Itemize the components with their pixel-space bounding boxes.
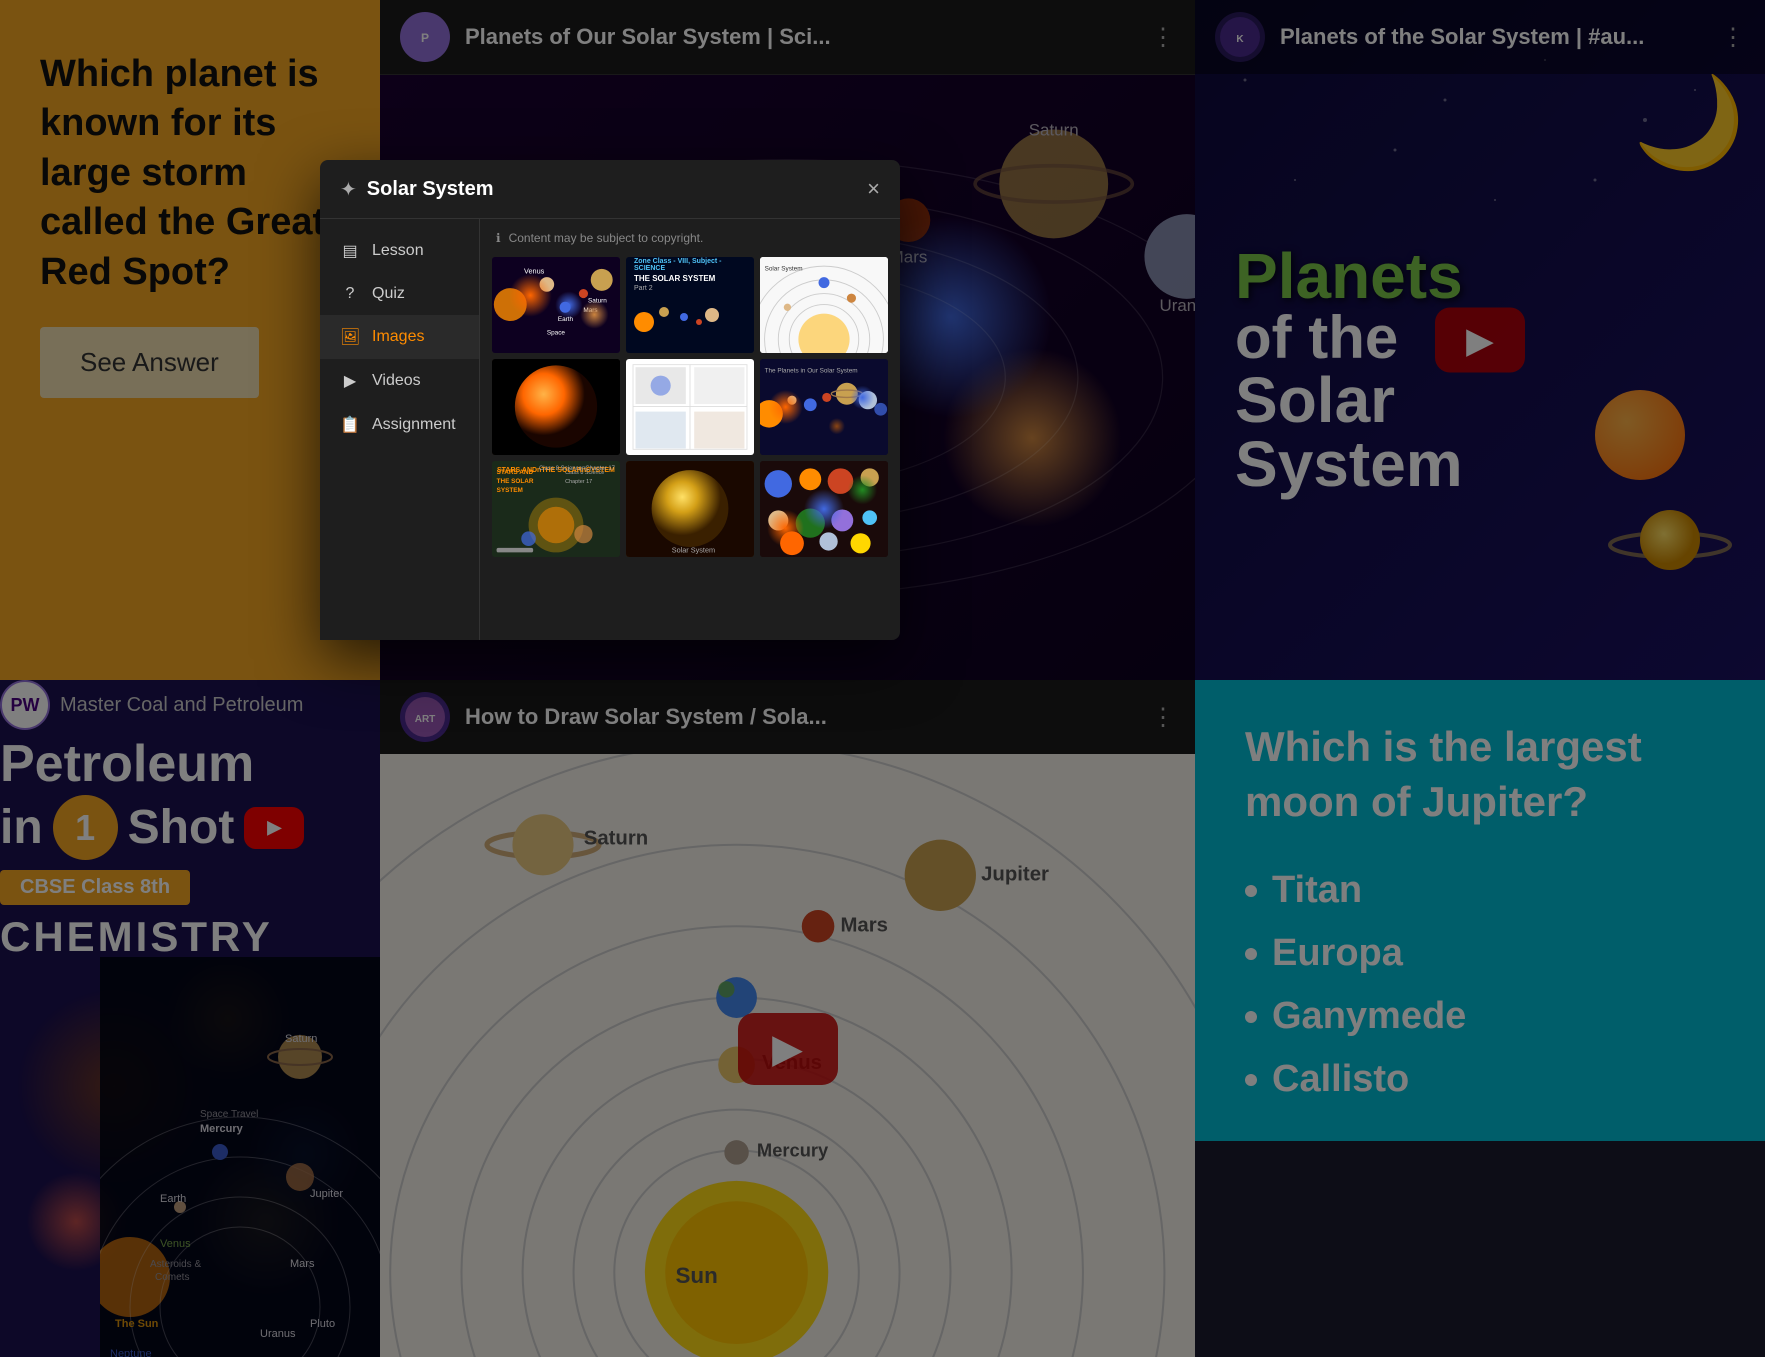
svg-text:STARS AND: STARS AND [497, 469, 534, 476]
image-thumb-6[interactable]: The Planets in Our Solar System [760, 359, 888, 455]
assignment-icon: 📋 [340, 415, 360, 435]
image-thumb-8[interactable]: Solar System [626, 461, 754, 557]
nav-assignment[interactable]: 📋 Assignment [320, 403, 479, 447]
images-grid: Venus Earth Mars Space Saturn Zone Class… [492, 257, 888, 557]
thumb2-content: Zone Class - VIII, Subject - SCIENCE THE… [626, 257, 754, 353]
svg-text:Saturn: Saturn [588, 298, 607, 305]
modal-close-button[interactable]: × [867, 176, 880, 202]
nav-videos[interactable]: ▶ Videos [320, 359, 479, 403]
modal-header-left: ✦ Solar System [340, 177, 494, 202]
lesson-icon: ▤ [340, 241, 360, 261]
nav-images-label: Images [372, 328, 424, 346]
thumb3-svg: Solar System [760, 257, 888, 353]
quiz-icon: ? [340, 285, 360, 303]
modal-body: ▤ Lesson ? Quiz 🖼 Images ▶ Videos 📋 [320, 219, 900, 640]
image-thumb-4[interactable] [492, 359, 620, 455]
modal-content: ℹ Content may be subject to copyright. [480, 219, 900, 640]
nav-assignment-label: Assignment [372, 416, 456, 434]
svg-text:Solar System: Solar System [765, 266, 803, 273]
svg-text:Earth: Earth [558, 316, 574, 323]
image-thumb-3[interactable]: Solar System [760, 257, 888, 353]
image-thumb-5[interactable] [626, 359, 754, 455]
thumb1-svg: Venus Earth Mars Space Saturn [492, 257, 620, 353]
thumb8-svg: Solar System [626, 461, 754, 557]
svg-text:Space: Space [547, 330, 566, 337]
svg-text:Venus: Venus [524, 266, 545, 275]
thumb5-svg [630, 363, 750, 451]
svg-text:SYSTEM: SYSTEM [497, 487, 523, 494]
modal-overlay[interactable]: ✦ Solar System × ▤ Lesson ? Quiz 🖼 Image… [0, 0, 1765, 1357]
nav-lesson-label: Lesson [372, 242, 424, 260]
nav-lesson[interactable]: ▤ Lesson [320, 229, 479, 273]
nav-quiz[interactable]: ? Quiz [320, 273, 479, 315]
videos-icon: ▶ [340, 371, 360, 391]
thumb7-svg: STARS AND THE SOLAR SYSTEM Class 8 Scien… [492, 461, 620, 557]
image-thumb-2[interactable]: Zone Class - VIII, Subject - SCIENCE THE… [626, 257, 754, 353]
image-thumb-1[interactable]: Venus Earth Mars Space Saturn [492, 257, 620, 353]
nav-quiz-label: Quiz [372, 285, 405, 303]
svg-text:THE SOLAR: THE SOLAR [497, 478, 534, 485]
svg-text:Mars: Mars [583, 307, 597, 314]
thumb2-solar-svg [634, 297, 724, 347]
modal-header: ✦ Solar System × [320, 160, 900, 219]
solar-icon: ✦ [340, 177, 357, 202]
info-icon: ℹ [496, 231, 501, 245]
search-modal: ✦ Solar System × ▤ Lesson ? Quiz 🖼 Image… [320, 160, 900, 640]
modal-title: Solar System [367, 178, 494, 201]
thumb9-svg [760, 461, 888, 557]
thumb6-svg: The Planets in Our Solar System [760, 359, 888, 455]
svg-text:Solar System: Solar System [672, 545, 715, 554]
nav-videos-label: Videos [372, 372, 421, 390]
image-thumb-9[interactable] [760, 461, 888, 557]
svg-text:Chapter 17: Chapter 17 [565, 479, 592, 485]
thumb4-svg [492, 359, 620, 455]
image-thumb-7[interactable]: STARS AND THE SOLAR SYSTEM Class 8 Scien… [492, 461, 620, 557]
svg-text:Class 8 Science: Class 8 Science [565, 470, 604, 476]
modal-sidebar: ▤ Lesson ? Quiz 🖼 Images ▶ Videos 📋 [320, 219, 480, 640]
images-icon: 🖼 [340, 327, 360, 347]
copyright-notice: ℹ Content may be subject to copyright. [492, 231, 888, 245]
nav-images[interactable]: 🖼 Images [320, 315, 479, 359]
svg-text:The Planets in Our Solar Syste: The Planets in Our Solar System [765, 368, 858, 375]
